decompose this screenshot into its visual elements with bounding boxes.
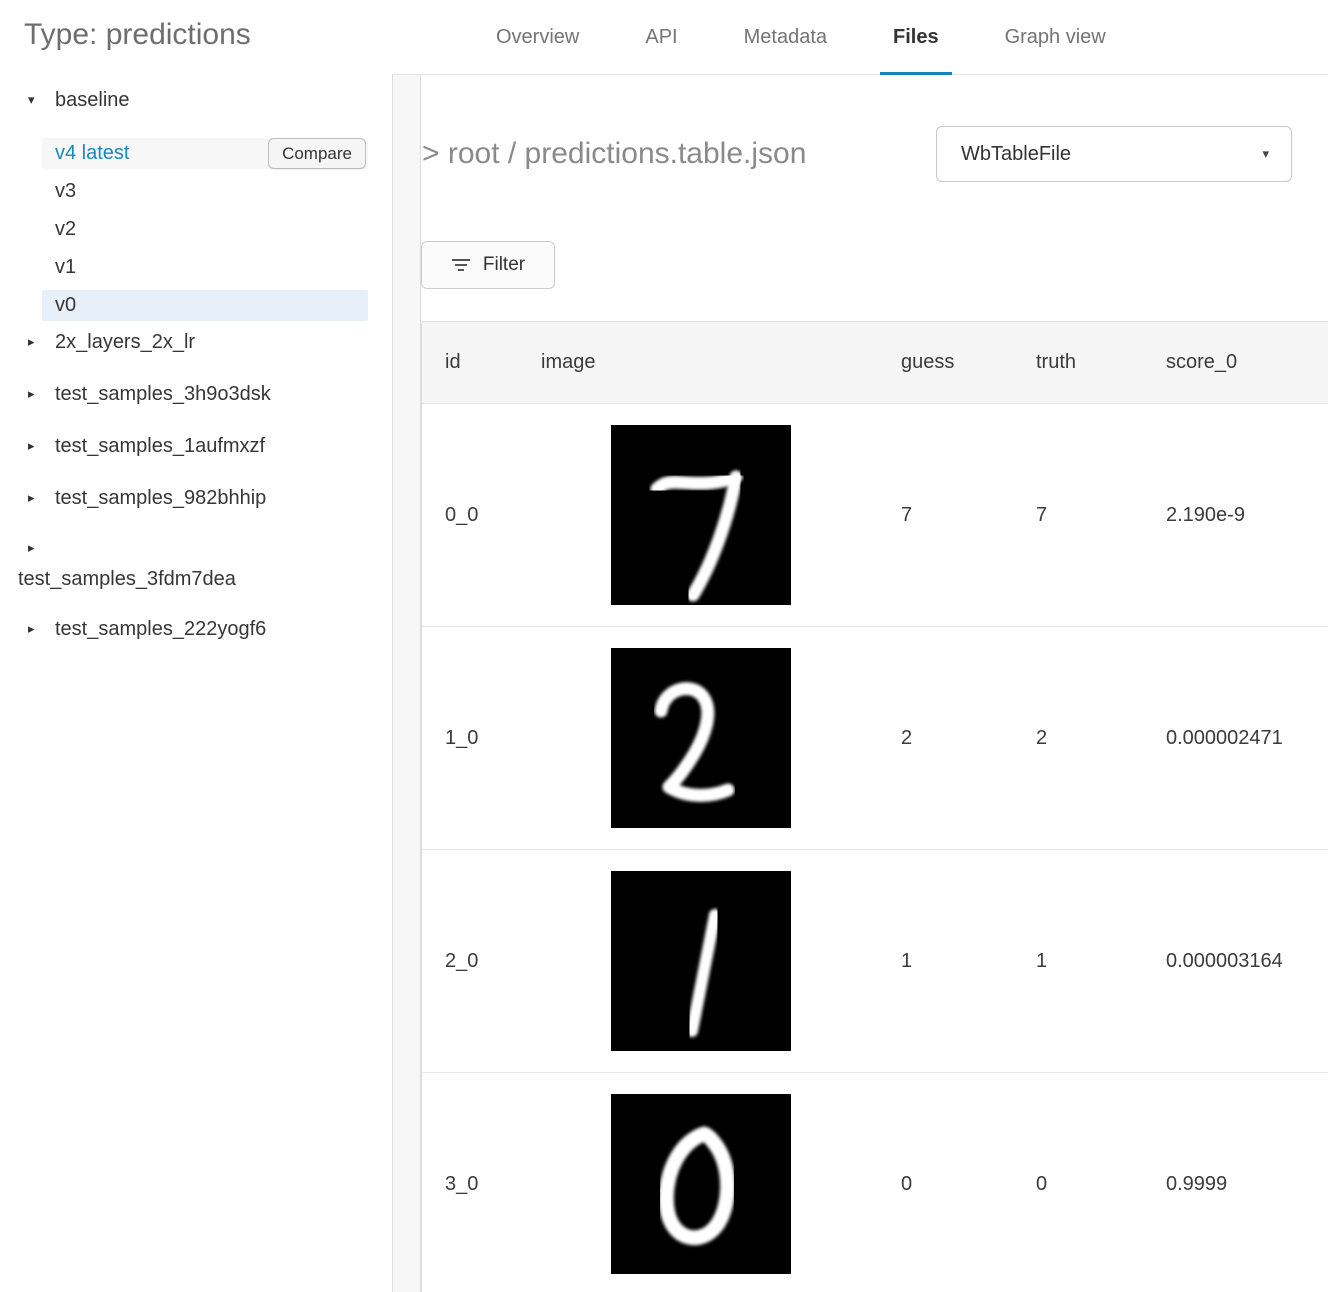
cell-image	[540, 1094, 880, 1274]
cell-image	[540, 425, 880, 605]
breadcrumb: > root / predictions.table.json	[421, 137, 806, 171]
cell-id: 1_0	[422, 727, 540, 750]
chevron-right-icon[interactable]: ▸	[28, 386, 55, 402]
digit-image[interactable]	[611, 871, 791, 1051]
artifact-browser-app: Type: predictions ▾baselinev4 latestComp…	[0, 0, 1328, 1292]
tree-item-label: test_samples_3h9o3dsk	[55, 383, 271, 406]
cell-truth: 7	[1015, 504, 1145, 527]
tree-item-test-samples-1aufmxzf[interactable]: ▸test_samples_1aufmxzf	[0, 432, 392, 460]
tree-item-test-samples-3fdm7dea[interactable]: ▸	[0, 536, 392, 560]
main-body: > root / predictions.table.json WbTableF…	[392, 75, 1328, 1292]
chevron-right-icon[interactable]: ▸	[28, 438, 55, 454]
cell-guess: 1	[880, 950, 1015, 973]
cell-score-0: 0.9999	[1145, 1173, 1328, 1196]
cell-score-0: 2.190e-9	[1145, 504, 1328, 527]
column-header-truth[interactable]: truth	[1015, 351, 1145, 374]
file-type-dropdown-value: WbTableFile	[961, 143, 1071, 166]
tree-item-baseline[interactable]: ▾baseline	[0, 86, 392, 114]
tab-metadata[interactable]: Metadata	[744, 0, 827, 74]
tree-item-label: test_samples_222yogf6	[55, 618, 266, 641]
compare-button[interactable]: Compare	[268, 138, 366, 169]
table-row: 2_0 110.000003164	[422, 850, 1328, 1073]
chevron-right-icon[interactable]: ▸	[28, 540, 55, 556]
main-panel: Overview API Metadata Files Graph view > roo…	[392, 0, 1328, 1292]
chevron-right-icon[interactable]: ▸	[28, 334, 55, 350]
tree-item-label-test-samples-3fdm7dea[interactable]: test_samples_3fdm7dea	[18, 568, 392, 591]
tree-item-v3[interactable]: v3	[42, 176, 368, 207]
tree-item-v1[interactable]: v1	[42, 252, 368, 283]
table-row: 1_0 220.000002471	[422, 627, 1328, 850]
cell-id: 3_0	[422, 1173, 540, 1196]
tree-item-v0[interactable]: v0	[42, 290, 368, 321]
tree-item-2x-layers-2x-lr[interactable]: ▸2x_layers_2x_lr	[0, 328, 392, 356]
filter-icon	[451, 256, 471, 274]
files-content: > root / predictions.table.json WbTableF…	[421, 75, 1328, 1292]
file-type-dropdown[interactable]: WbTableFile ▾	[936, 126, 1292, 182]
chevron-right-icon[interactable]: ▸	[28, 490, 55, 506]
tree-item-test-samples-222yogf6[interactable]: ▸test_samples_222yogf6	[0, 615, 392, 643]
tree-item-test-samples-3h9o3dsk[interactable]: ▸test_samples_3h9o3dsk	[0, 380, 392, 408]
cell-truth: 2	[1015, 727, 1145, 750]
tree-item-label: test_samples_982bhhip	[55, 487, 266, 510]
version-label: v2	[55, 218, 76, 241]
cell-truth: 1	[1015, 950, 1145, 973]
version-label: v4 latest	[55, 142, 129, 165]
cell-truth: 0	[1015, 1173, 1145, 1196]
tree-item-label: test_samples_1aufmxzf	[55, 435, 265, 458]
panel-resize-handle[interactable]	[392, 75, 421, 1292]
cell-id: 2_0	[422, 950, 540, 973]
version-label: v3	[55, 180, 76, 203]
cell-guess: 7	[880, 504, 1015, 527]
file-header-row: > root / predictions.table.json WbTableF…	[421, 125, 1292, 183]
version-label: v0	[55, 294, 76, 317]
artifact-tabbar: Overview API Metadata Files Graph view	[392, 0, 1328, 75]
tree-item-v2[interactable]: v2	[42, 214, 368, 245]
tree-item-v4-latest[interactable]: v4 latest Compare	[42, 138, 368, 169]
digit-image[interactable]	[611, 1094, 791, 1274]
chevron-down-icon[interactable]: ▾	[28, 92, 55, 108]
column-header-score-0[interactable]: score_0	[1145, 351, 1328, 374]
table-body: 0_0 772.190e-91_0 220.0000024712_0 110.0…	[422, 404, 1328, 1292]
cell-image	[540, 648, 880, 828]
cell-score-0: 0.000002471	[1145, 727, 1328, 750]
table-row: 0_0 772.190e-9	[422, 404, 1328, 627]
tree-item-label: baseline	[55, 89, 130, 112]
filter-button[interactable]: Filter	[421, 241, 555, 289]
column-header-image[interactable]: image	[540, 351, 880, 374]
table-header: idimageguesstruthscore_0	[422, 322, 1328, 404]
cell-image	[540, 871, 880, 1051]
tree-item-label: 2x_layers_2x_lr	[55, 331, 195, 354]
sidebar-title: Type: predictions	[0, 18, 392, 52]
cell-guess: 2	[880, 727, 1015, 750]
cell-score-0: 0.000003164	[1145, 950, 1328, 973]
column-header-guess[interactable]: guess	[880, 351, 1015, 374]
digit-image[interactable]	[611, 648, 791, 828]
column-header-id[interactable]: id	[422, 351, 540, 374]
table-row: 3_0 000.9999	[422, 1073, 1328, 1292]
digit-image[interactable]	[611, 425, 791, 605]
version-label: v1	[55, 256, 76, 279]
chevron-right-icon[interactable]: ▸	[28, 621, 55, 637]
tab-overview[interactable]: Overview	[496, 0, 579, 74]
filter-button-label: Filter	[483, 254, 525, 276]
tree-item-test-samples-982bhhip[interactable]: ▸test_samples_982bhhip	[0, 484, 392, 512]
tab-graph-view[interactable]: Graph view	[1005, 0, 1106, 74]
tab-files[interactable]: Files	[893, 0, 939, 74]
cell-guess: 0	[880, 1173, 1015, 1196]
tab-api[interactable]: API	[645, 0, 677, 74]
chevron-down-icon: ▾	[1262, 146, 1269, 162]
cell-id: 0_0	[422, 504, 540, 527]
artifact-sidebar: Type: predictions ▾baseline v4 latest Comp…	[0, 0, 392, 1292]
artifact-version-tree: ▾baselinev4 latestComparev3v2v1v0▸2x_lay…	[0, 86, 392, 643]
predictions-table: idimageguesstruthscore_0 0_0 772.190e-91…	[421, 321, 1328, 1292]
